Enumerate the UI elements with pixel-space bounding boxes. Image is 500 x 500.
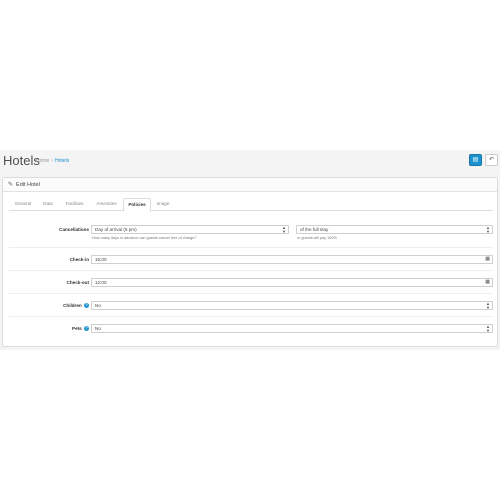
cancellation-deadline-select[interactable]: Day of arrival (6 pm) ▲ ▼ — [91, 225, 289, 234]
checkin-label: Check-in — [69, 257, 89, 262]
tab-policies[interactable]: Policies — [123, 198, 151, 212]
help-icon[interactable]: ? — [84, 303, 89, 309]
checkout-label: Check-out — [66, 280, 89, 285]
save-icon: ▤ — [472, 157, 479, 163]
children-value: No — [95, 303, 101, 308]
pets-label: Pets ? — [72, 326, 89, 332]
back-button[interactable]: ↶ — [485, 154, 498, 166]
breadcrumb-hotels[interactable]: Hotels — [55, 158, 69, 164]
tab-data[interactable]: Data — [37, 198, 59, 211]
tab-facilities[interactable]: Facilities — [59, 198, 90, 211]
cancellation-penalty-hint: or guests will pay 100% — [297, 236, 337, 240]
pets-select[interactable]: No ▲ ▼ — [91, 324, 493, 333]
page-header: Hotels Home › Hotels ▤ ↶ — [0, 150, 500, 176]
pets-value: No — [95, 326, 101, 331]
checkin-row: Check-in 15:00 ▦ — [9, 248, 493, 271]
pets-label-text: Pets — [72, 326, 82, 331]
breadcrumb-home[interactable]: Home — [36, 158, 49, 164]
checkin-time-value: 15:00 — [95, 257, 107, 262]
cancellation-deadline-value: Day of arrival (6 pm) — [95, 227, 137, 232]
calendar-icon[interactable]: ▦ — [485, 256, 490, 263]
children-label: Children ? — [63, 303, 89, 309]
save-button[interactable]: ▤ — [469, 154, 482, 166]
children-label-text: Children — [63, 303, 82, 308]
children-row: Children ? No ▲ ▼ — [9, 294, 493, 317]
pets-row: Pets ? No ▲ ▼ — [9, 317, 493, 340]
checkout-time-value: 12:00 — [95, 280, 107, 285]
tab-image[interactable]: Image — [151, 198, 175, 211]
checkout-row: Check-out 12:00 ▦ — [9, 271, 493, 294]
tab-bar: General Data Facilities Amenities Polici… — [9, 198, 493, 212]
checkin-time-input[interactable]: 15:00 ▦ — [91, 255, 493, 264]
cancellation-penalty-value: of the full stay — [300, 227, 329, 232]
select-arrows-icon: ▲ ▼ — [486, 225, 490, 234]
calendar-icon[interactable]: ▦ — [485, 279, 490, 286]
page-title: Hotels — [3, 153, 40, 168]
help-icon[interactable]: ? — [84, 326, 89, 332]
select-arrows-icon: ▲ ▼ — [486, 301, 490, 310]
checkout-time-input[interactable]: 12:00 ▦ — [91, 278, 493, 287]
pencil-icon: ✎ — [8, 182, 14, 188]
cancellations-label: Cancellations — [59, 227, 89, 232]
tab-amenities[interactable]: Amenities — [90, 198, 123, 211]
cancellation-deadline-hint: How many days in advance can guests canc… — [92, 236, 197, 240]
breadcrumb: Home › Hotels — [36, 158, 69, 164]
edit-hotel-panel: ✎ Edit Hotel General Data Facilities Ame… — [2, 177, 498, 347]
select-arrows-icon: ▲ ▼ — [486, 324, 490, 333]
tab-general[interactable]: General — [9, 198, 37, 211]
children-select[interactable]: No ▲ ▼ — [91, 301, 493, 310]
app-area: Hotels Home › Hotels ▤ ↶ ✎ Edit Hotel Gene… — [0, 150, 500, 350]
panel-heading-title: Edit Hotel — [16, 181, 40, 188]
reply-icon: ↶ — [488, 157, 495, 163]
cancellations-row: Cancellations Day of arrival (6 pm) ▲ ▼ H… — [9, 218, 493, 248]
cancellation-penalty-select[interactable]: of the full stay ▲ ▼ — [296, 225, 493, 234]
select-arrows-icon: ▲ ▼ — [282, 225, 286, 234]
panel-heading: ✎ Edit Hotel — [3, 178, 497, 192]
breadcrumb-separator: › — [51, 158, 54, 164]
